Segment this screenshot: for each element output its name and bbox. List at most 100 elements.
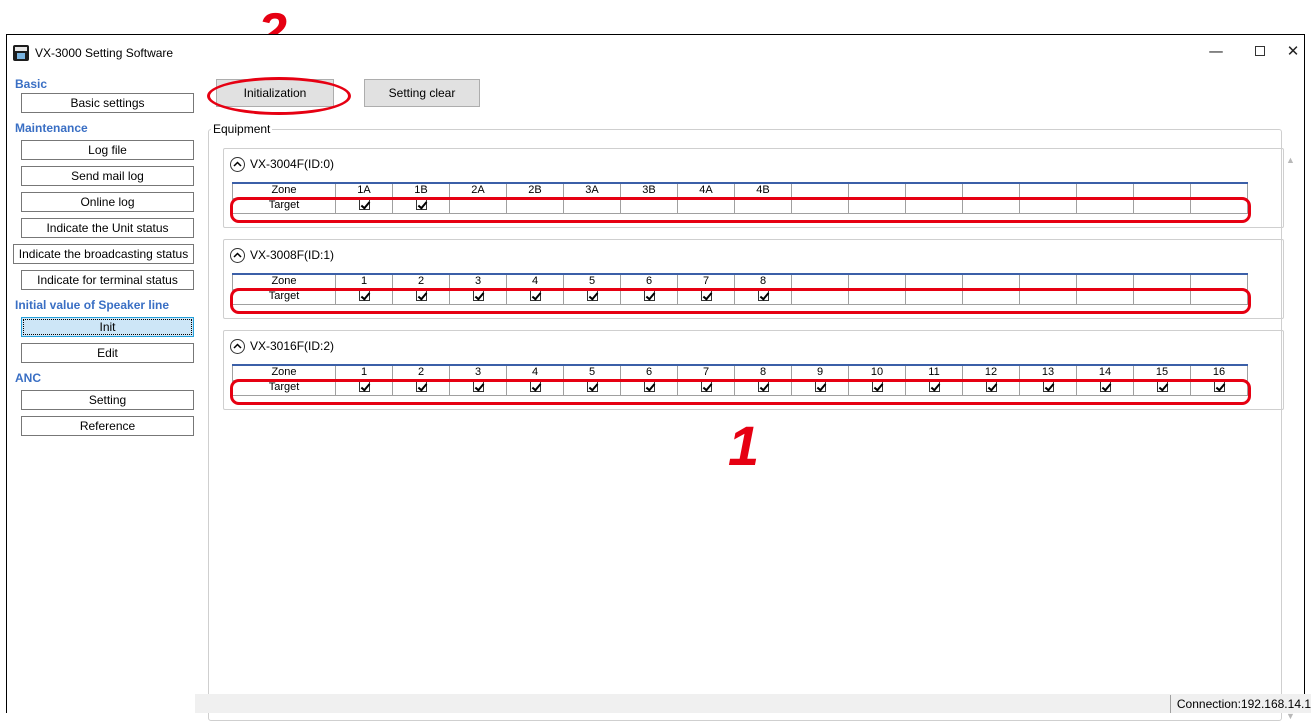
target-checkbox[interactable] (757, 290, 769, 302)
zone-cell: 4 (506, 273, 564, 290)
target-cell[interactable] (677, 379, 735, 396)
anc-reference-button[interactable]: Reference (21, 416, 194, 436)
zone-cell: 2 (392, 273, 450, 290)
target-checkbox[interactable] (586, 290, 598, 302)
initialization-button[interactable]: Initialization (216, 79, 334, 107)
target-checkbox[interactable] (1099, 381, 1111, 393)
zone-row-label: Zone (232, 273, 336, 290)
target-cell[interactable] (335, 379, 393, 396)
target-checkbox[interactable] (871, 381, 883, 393)
target-checkbox[interactable] (358, 199, 370, 211)
target-cell (791, 197, 849, 214)
setting-clear-button[interactable]: Setting clear (364, 79, 480, 107)
target-cell[interactable] (335, 288, 393, 305)
target-checkbox[interactable] (700, 290, 712, 302)
app-window: VX-3000 Setting Software — ✕ Basic Basic… (6, 34, 1305, 721)
send-mail-log-button[interactable]: Send mail log (21, 166, 194, 186)
target-cell (1190, 288, 1248, 305)
online-log-button[interactable]: Online log (21, 192, 194, 212)
target-checkbox[interactable] (358, 381, 370, 393)
target-cell[interactable] (563, 379, 621, 396)
target-cell[interactable] (392, 379, 450, 396)
target-cell[interactable] (563, 288, 621, 305)
zone-cell (848, 273, 906, 290)
target-checkbox[interactable] (1213, 381, 1225, 393)
init-button[interactable]: Init (21, 317, 194, 337)
target-checkbox[interactable] (643, 290, 655, 302)
target-checkbox[interactable] (586, 381, 598, 393)
device-group: VX-3004F(ID:0) Zone 1A 1B 2A 2B 3A 3B 4A 4B Target (223, 148, 1284, 228)
target-cell (677, 197, 735, 214)
target-checkbox[interactable] (415, 199, 427, 211)
target-cell[interactable] (506, 288, 564, 305)
target-checkbox[interactable] (985, 381, 997, 393)
target-cell[interactable] (1133, 379, 1191, 396)
target-checkbox[interactable] (814, 381, 826, 393)
target-checkbox[interactable] (415, 290, 427, 302)
zone-cell: 5 (563, 273, 621, 290)
target-checkbox[interactable] (358, 290, 370, 302)
main-panel: Initialization Setting clear Equipment V… (199, 69, 1304, 721)
device-group-header[interactable]: VX-3008F(ID:1) (230, 247, 334, 263)
target-cell[interactable] (506, 379, 564, 396)
target-cell[interactable] (449, 288, 507, 305)
target-checkbox[interactable] (1156, 381, 1168, 393)
target-cell[interactable] (677, 288, 735, 305)
vertical-scrollbar[interactable]: ▲ ▼ (1284, 155, 1298, 721)
target-checkbox[interactable] (700, 381, 712, 393)
section-title-anc: ANC (15, 371, 41, 385)
target-cell[interactable] (962, 379, 1020, 396)
target-checkbox[interactable] (643, 381, 655, 393)
target-cell[interactable] (734, 379, 792, 396)
log-file-button[interactable]: Log file (21, 140, 194, 160)
target-cell (905, 288, 963, 305)
target-checkbox[interactable] (415, 381, 427, 393)
zone-cell: 7 (677, 364, 735, 381)
target-checkbox[interactable] (757, 381, 769, 393)
target-cell[interactable] (392, 288, 450, 305)
target-cell[interactable] (905, 379, 963, 396)
target-cell[interactable] (791, 379, 849, 396)
target-checkbox[interactable] (472, 290, 484, 302)
target-cell (962, 288, 1020, 305)
target-cell[interactable] (734, 288, 792, 305)
anc-setting-button[interactable]: Setting (21, 390, 194, 410)
zone-cell: 14 (1076, 364, 1134, 381)
target-cell[interactable] (392, 197, 450, 214)
close-button[interactable]: ✕ (1271, 37, 1311, 65)
unit-status-button[interactable]: Indicate the Unit status (21, 218, 194, 238)
device-group-header[interactable]: VX-3004F(ID:0) (230, 156, 334, 172)
device-group: VX-3008F(ID:1) Zone 1 2 3 4 5 6 7 8 Target (223, 239, 1284, 319)
target-cell[interactable] (1190, 379, 1248, 396)
zone-row-label: Zone (232, 364, 336, 381)
chevron-up-icon[interactable] (230, 338, 245, 354)
zone-cell: 6 (620, 273, 678, 290)
device-group-header[interactable]: VX-3016F(ID:2) (230, 338, 334, 354)
target-checkbox[interactable] (529, 290, 541, 302)
target-cell[interactable] (620, 379, 678, 396)
chevron-up-icon[interactable] (230, 156, 245, 172)
zone-cell: 4A (677, 182, 735, 199)
terminal-status-button[interactable]: Indicate for terminal status (21, 270, 194, 290)
broadcasting-status-button[interactable]: Indicate the broadcasting status (13, 244, 194, 264)
target-cell[interactable] (1076, 379, 1134, 396)
device-name: VX-3016F(ID:2) (250, 339, 335, 353)
basic-settings-button[interactable]: Basic settings (21, 93, 194, 113)
zone-row-label: Zone (232, 182, 336, 199)
scroll-up-icon[interactable]: ▲ (1286, 155, 1295, 165)
target-checkbox[interactable] (928, 381, 940, 393)
target-cell[interactable] (620, 288, 678, 305)
zone-cell: 6 (620, 364, 678, 381)
target-checkbox[interactable] (529, 381, 541, 393)
target-cell (563, 197, 621, 214)
minimize-button[interactable]: — (1194, 37, 1238, 65)
target-cell[interactable] (848, 379, 906, 396)
target-checkbox[interactable] (472, 381, 484, 393)
section-title-basic: Basic (15, 77, 48, 91)
target-cell[interactable] (335, 197, 393, 214)
chevron-up-icon[interactable] (230, 247, 245, 263)
target-cell[interactable] (449, 379, 507, 396)
target-checkbox[interactable] (1042, 381, 1054, 393)
edit-button[interactable]: Edit (21, 343, 194, 363)
target-cell[interactable] (1019, 379, 1077, 396)
